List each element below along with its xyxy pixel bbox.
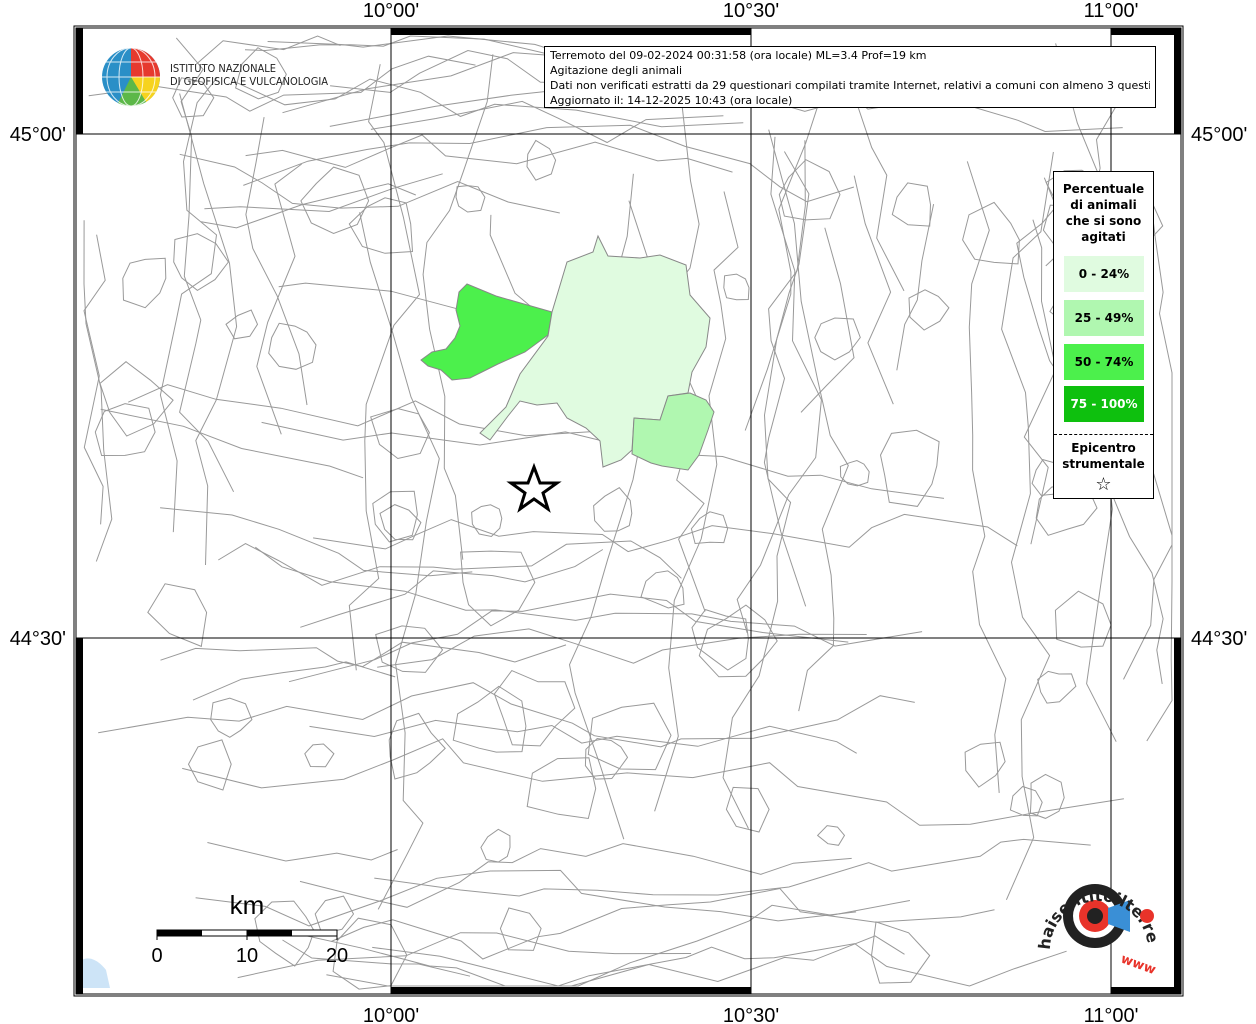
event-info-box: Terremoto del 09-02-2024 00:31:58 (ora l…: [544, 46, 1156, 108]
legend-title: Percentuale di animali che si sono agita…: [1054, 181, 1153, 245]
legend-title-line2: di animali: [1070, 198, 1137, 212]
legend-epicenter-label: Epicentro strumentale: [1054, 440, 1153, 472]
scale-tick-20: 20: [326, 945, 348, 967]
ingv-name-line1: ISTITUTO NAZIONALE: [170, 62, 277, 75]
map-area: [76, 28, 1181, 994]
legend-divider: [1054, 434, 1153, 435]
event-subtitle: Agitazione degli animali: [550, 64, 683, 77]
scale-tick-10: 10: [236, 945, 258, 967]
ingv-name: ISTITUTO NAZIONALE DI GEOFISICA E VULCAN…: [170, 62, 328, 88]
legend-title-line1: Percentuale: [1062, 182, 1145, 196]
scale-unit: km: [230, 890, 265, 920]
lon-label-top-3: 11°00': [1084, 0, 1139, 22]
legend-epicenter-line2: strumentale: [1062, 457, 1145, 471]
legend-swatch-50-74: 50 - 74%: [1064, 344, 1144, 380]
legend-panel: Percentuale di animali che si sono agita…: [1053, 171, 1154, 499]
lon-label-top-2: 10°30': [723, 0, 779, 22]
legend-swatch-0-24: 0 - 24%: [1064, 256, 1144, 292]
event-updated: Aggiornato il: 14-12-2025 10:43 (ora loc…: [550, 94, 793, 107]
map-canvas[interactable]: 10°00' 10°30' 11°00' 10°00' 10°30' 11°00…: [0, 0, 1256, 1024]
lon-label-top-1: 10°00': [363, 0, 419, 22]
legend-title-line3: che si sono: [1065, 214, 1142, 228]
legend-star-icon: ☆: [1095, 474, 1112, 495]
legend-epicenter-line1: Epicentro: [1071, 441, 1136, 455]
lat-label-left-2: 44°30': [10, 628, 66, 650]
legend-title-line4: agitati: [1081, 230, 1126, 244]
lat-label-right-1: 45°00': [1191, 124, 1247, 146]
lon-label-bottom-3: 11°00': [1084, 1005, 1139, 1024]
legend-swatch-25-49: 25 - 49%: [1064, 300, 1144, 336]
event-title: Terremoto del 09-02-2024 00:31:58 (ora l…: [550, 49, 927, 62]
lon-label-bottom-2: 10°30': [723, 1005, 779, 1024]
legend-swatch-75-100: 75 - 100%: [1064, 386, 1144, 422]
event-note: Dati non verificati estratti da 29 quest…: [550, 79, 1150, 92]
lat-label-right-2: 44°30': [1191, 628, 1247, 650]
ingv-logo-icon: [102, 47, 161, 107]
scale-tick-0: 0: [151, 945, 162, 967]
lon-label-bottom-1: 10°00': [363, 1005, 419, 1024]
lat-label-left-1: 45°00': [10, 124, 66, 146]
ingv-name-line2: DI GEOFISICA E VULCANOLOGIA: [170, 75, 329, 88]
